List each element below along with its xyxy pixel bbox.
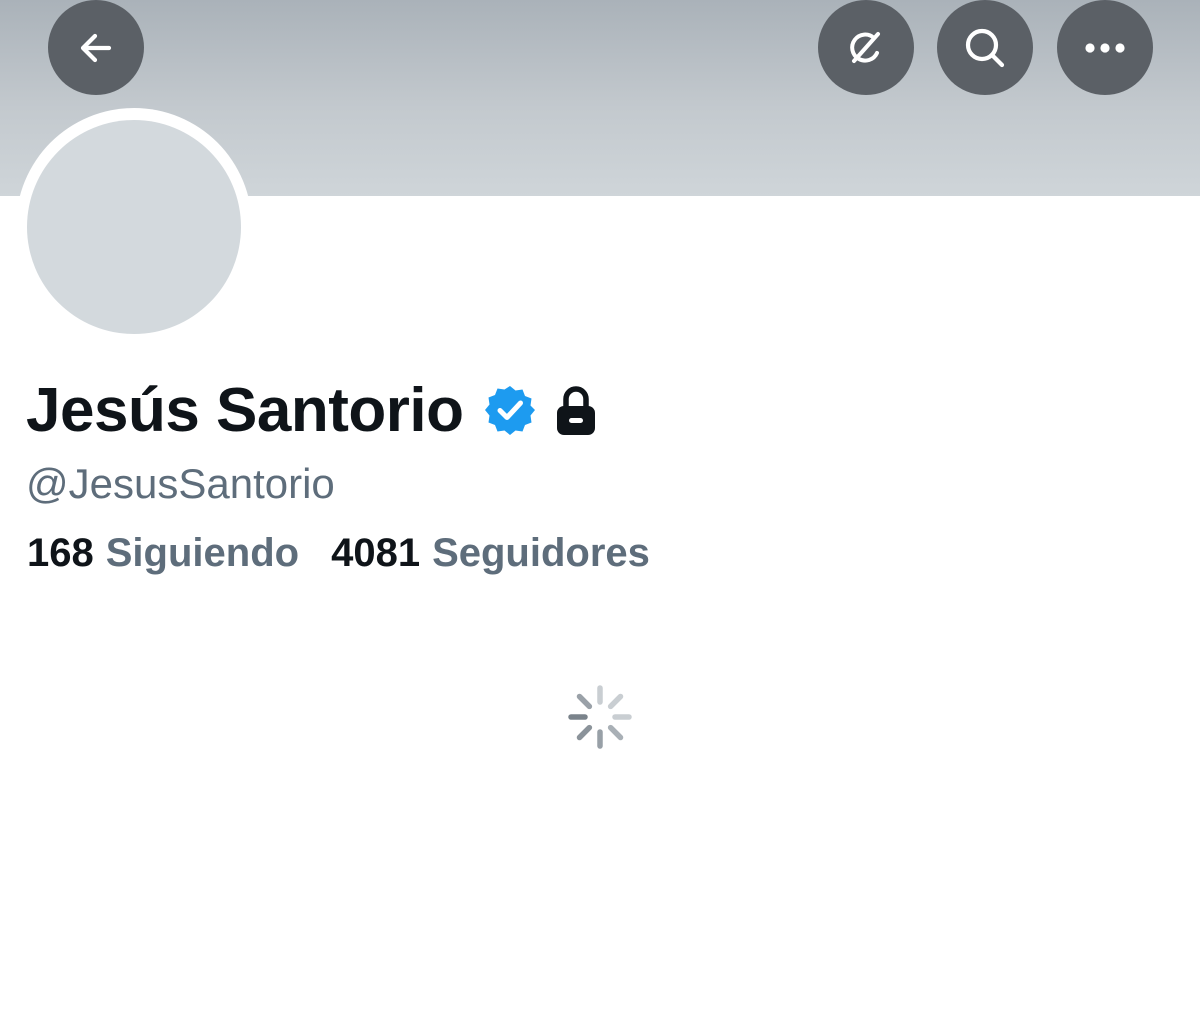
followers-count: 4081 — [331, 530, 421, 575]
profile-handle: @JesusSantorio — [26, 460, 335, 507]
verified-badge-icon[interactable] — [483, 383, 537, 437]
arrow-left-icon — [80, 33, 112, 62]
search-icon — [965, 28, 1005, 67]
back-button[interactable] — [48, 0, 144, 95]
more-horizontal-icon — [1085, 42, 1125, 53]
loading-spinner-icon — [568, 685, 632, 749]
search-button[interactable] — [937, 0, 1033, 95]
profile-page: Jesús Santorio @JesusSantorio 168 Siguie… — [0, 0, 1200, 1018]
more-options-button[interactable] — [1057, 0, 1153, 95]
lock-icon — [553, 383, 599, 437]
followers-label: Seguidores — [432, 530, 650, 575]
following-label: Siguiendo — [105, 530, 300, 575]
profile-name-row: Jesús Santorio — [26, 372, 599, 448]
grok-icon — [850, 31, 880, 63]
followers-link[interactable]: 4081 Seguidores — [331, 531, 650, 576]
grok-button[interactable] — [818, 0, 914, 95]
display-name: Jesús Santorio — [26, 375, 464, 445]
following-count: 168 — [27, 530, 94, 575]
following-link[interactable]: 168 Siguiendo — [27, 531, 299, 576]
follow-stats: 168 Siguiendo 4081 Seguidores — [27, 528, 650, 578]
avatar[interactable] — [27, 120, 241, 334]
